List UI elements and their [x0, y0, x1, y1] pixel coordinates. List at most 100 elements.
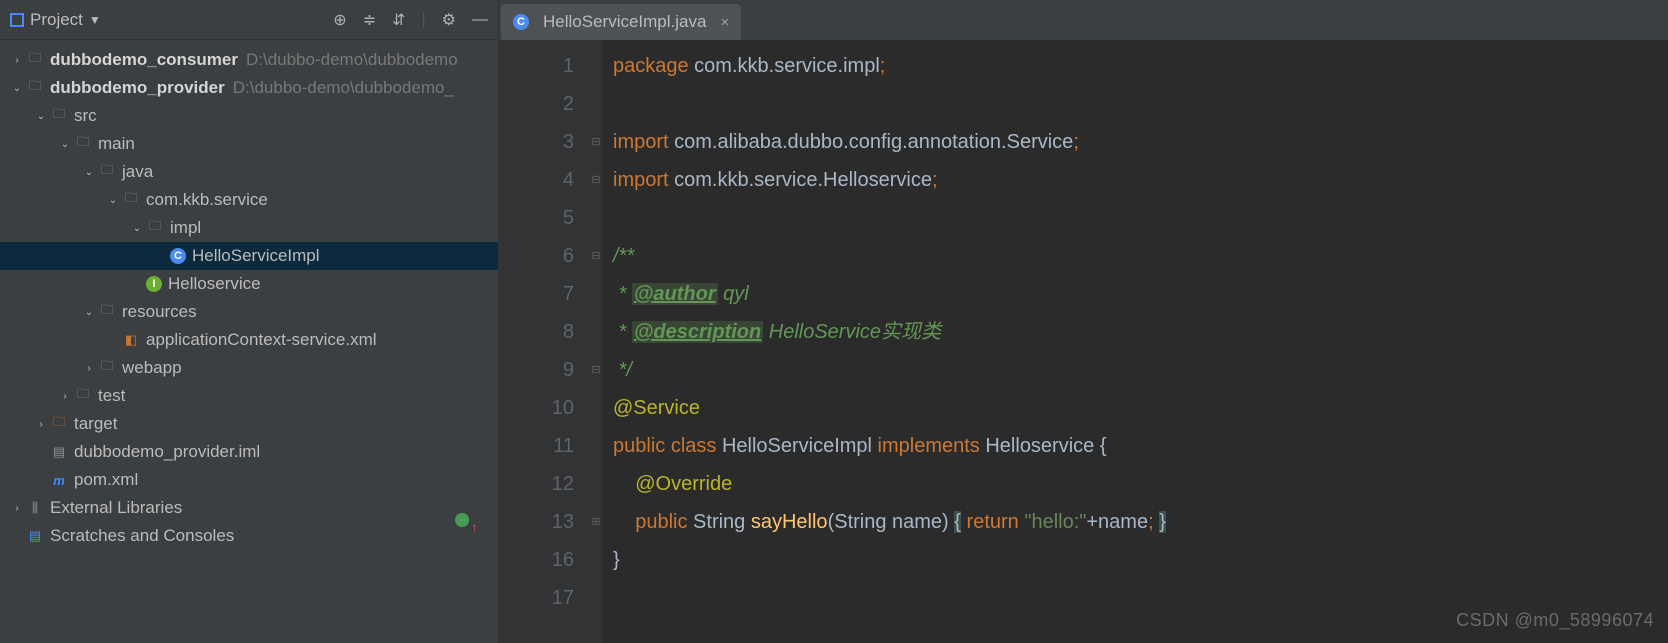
close-icon[interactable]: × [720, 14, 729, 31]
vcs-marker-icon [455, 513, 469, 527]
code-line[interactable]: */ [613, 351, 1668, 389]
tree-row[interactable]: ⌄🗀com.kkb.service [0, 186, 498, 214]
code-line[interactable]: * @description HelloService实现类 [613, 313, 1668, 351]
tree-row[interactable]: mpom.xml [0, 466, 498, 494]
twisty-icon[interactable]: › [56, 391, 74, 402]
hide-icon[interactable]: — [472, 11, 488, 29]
code-line[interactable]: @Override [613, 465, 1668, 503]
line-number: 6 [499, 237, 574, 275]
fold-gutter[interactable]: ⊟⊟⊟⊟⊞ [589, 40, 603, 643]
twisty-icon[interactable]: ⌄ [128, 223, 146, 234]
tree-label: dubbodemo_consumer [50, 50, 238, 70]
tree-label: dubbodemo_provider.iml [74, 442, 260, 462]
tree-label: src [74, 106, 97, 126]
code-line[interactable] [613, 85, 1668, 123]
tree-row[interactable]: ›⫼External Libraries [0, 494, 498, 522]
tree-row[interactable]: ⌄🗀dubbodemo_providerD:\dubbo-demo\dubbod… [0, 74, 498, 102]
fold-mark[interactable]: ⊟ [589, 161, 603, 199]
twisty-icon[interactable]: › [8, 503, 26, 514]
code-line[interactable]: public String sayHello(String name) { re… [613, 503, 1668, 541]
twisty-icon[interactable]: › [80, 363, 98, 374]
tree-row[interactable]: ›🗀dubbodemo_consumerD:\dubbo-demo\dubbod… [0, 46, 498, 74]
gear-icon[interactable]: ⚙ [442, 10, 456, 30]
fold-mark[interactable] [589, 465, 603, 503]
fold-mark[interactable] [589, 389, 603, 427]
tree-row[interactable]: ▤Scratches and Consoles [0, 522, 498, 550]
code-line[interactable]: } [613, 541, 1668, 579]
code-text[interactable]: package com.kkb.service.impl; import com.… [603, 40, 1668, 643]
tree-row[interactable]: ◧applicationContext-service.xml [0, 326, 498, 354]
fold-mark[interactable]: ⊟ [589, 123, 603, 161]
code-line[interactable]: import com.kkb.service.Helloservice; [613, 161, 1668, 199]
fold-mark[interactable] [589, 85, 603, 123]
library-icon: ⫼ [26, 499, 44, 517]
chevron-down-icon: ▼ [89, 13, 101, 27]
folder-icon: 🗀 [98, 163, 116, 181]
line-gutter[interactable]: 12345678910111213↑1617 [499, 40, 589, 643]
sidebar-toolbar: ⊕ ≑ ⇵ | ⚙ — [333, 10, 488, 30]
code-line[interactable] [613, 199, 1668, 237]
sidebar-header: Project ▼ ⊕ ≑ ⇵ | ⚙ — [0, 0, 498, 40]
code-line[interactable]: /** [613, 237, 1668, 275]
project-tree[interactable]: › 🗀 dubbodemo_consumer D:\dubbo-demo\dubbod… [0, 40, 498, 643]
tree-row[interactable]: ›🗀target [0, 410, 498, 438]
twisty-icon[interactable]: ⌄ [32, 111, 50, 122]
project-tool-button[interactable]: Project ▼ [10, 10, 101, 30]
tree-row[interactable]: ▤dubbodemo_provider.iml [0, 438, 498, 466]
xml-icon: ◧ [122, 331, 140, 349]
fold-mark[interactable]: ⊞ [589, 503, 603, 541]
folder-icon: 🗀 [50, 107, 68, 125]
tree-label: java [122, 162, 153, 182]
tree-row[interactable]: ›🗀webapp [0, 354, 498, 382]
tree-label: Scratches and Consoles [50, 526, 234, 546]
line-number: 2 [499, 85, 574, 123]
code-line[interactable]: package com.kkb.service.impl; [613, 47, 1668, 85]
project-icon [10, 13, 24, 27]
tree-row[interactable]: ⌄🗀 java [0, 158, 498, 186]
override-up-icon: ↑ [471, 508, 478, 546]
tree-row[interactable]: ⌄🗀 src [0, 102, 498, 130]
code-line[interactable]: @Service [613, 389, 1668, 427]
fold-mark[interactable] [589, 427, 603, 465]
resources-icon: 🗀 [98, 303, 116, 321]
code-line[interactable]: import com.alibaba.dubbo.config.annotati… [613, 123, 1668, 161]
twisty-icon[interactable]: ⌄ [80, 167, 98, 178]
folder-icon: 🗀 [74, 135, 92, 153]
fold-mark[interactable]: ⊟ [589, 351, 603, 389]
twisty-icon[interactable]: ⌄ [8, 83, 26, 94]
tree-path: D:\dubbo-demo\dubbodemo_ [233, 78, 454, 98]
line-number: 3 [499, 123, 574, 161]
tree-row[interactable]: ⌄🗀resources [0, 298, 498, 326]
code-line[interactable]: * @author qyl [613, 275, 1668, 313]
fold-mark[interactable] [589, 199, 603, 237]
expand-icon[interactable]: ⇵ [392, 10, 405, 30]
twisty-icon[interactable]: › [32, 419, 50, 430]
interface-icon: I [146, 276, 162, 292]
tree-row[interactable]: CHelloServiceImpl [0, 242, 498, 270]
fold-mark[interactable] [589, 47, 603, 85]
collapse-icon[interactable]: ≑ [363, 10, 376, 30]
twisty-icon[interactable]: ⌄ [56, 139, 74, 150]
twisty-icon[interactable]: › [8, 55, 26, 66]
editor-tab[interactable]: C HelloServiceImpl.java × [501, 4, 741, 40]
tab-filename: HelloServiceImpl.java [543, 12, 706, 32]
tree-row[interactable]: ›🗀test [0, 382, 498, 410]
fold-mark[interactable] [589, 313, 603, 351]
locate-icon[interactable]: ⊕ [333, 10, 346, 30]
tree-row[interactable]: ⌄🗀main [0, 130, 498, 158]
line-number: 4 [499, 161, 574, 199]
package-icon: 🗀 [146, 219, 164, 237]
fold-mark[interactable] [589, 579, 603, 617]
tree-label: com.kkb.service [146, 190, 268, 210]
code-line[interactable]: public class HelloServiceImpl implements… [613, 427, 1668, 465]
twisty-icon[interactable]: ⌄ [104, 195, 122, 206]
fold-mark[interactable] [589, 275, 603, 313]
tree-row[interactable]: IHelloservice [0, 270, 498, 298]
line-number: 1 [499, 47, 574, 85]
project-label: Project [30, 10, 83, 30]
editor-tabbar: C HelloServiceImpl.java × [499, 0, 1668, 40]
twisty-icon[interactable]: ⌄ [80, 307, 98, 318]
fold-mark[interactable] [589, 541, 603, 579]
fold-mark[interactable]: ⊟ [589, 237, 603, 275]
tree-row[interactable]: ⌄🗀impl [0, 214, 498, 242]
